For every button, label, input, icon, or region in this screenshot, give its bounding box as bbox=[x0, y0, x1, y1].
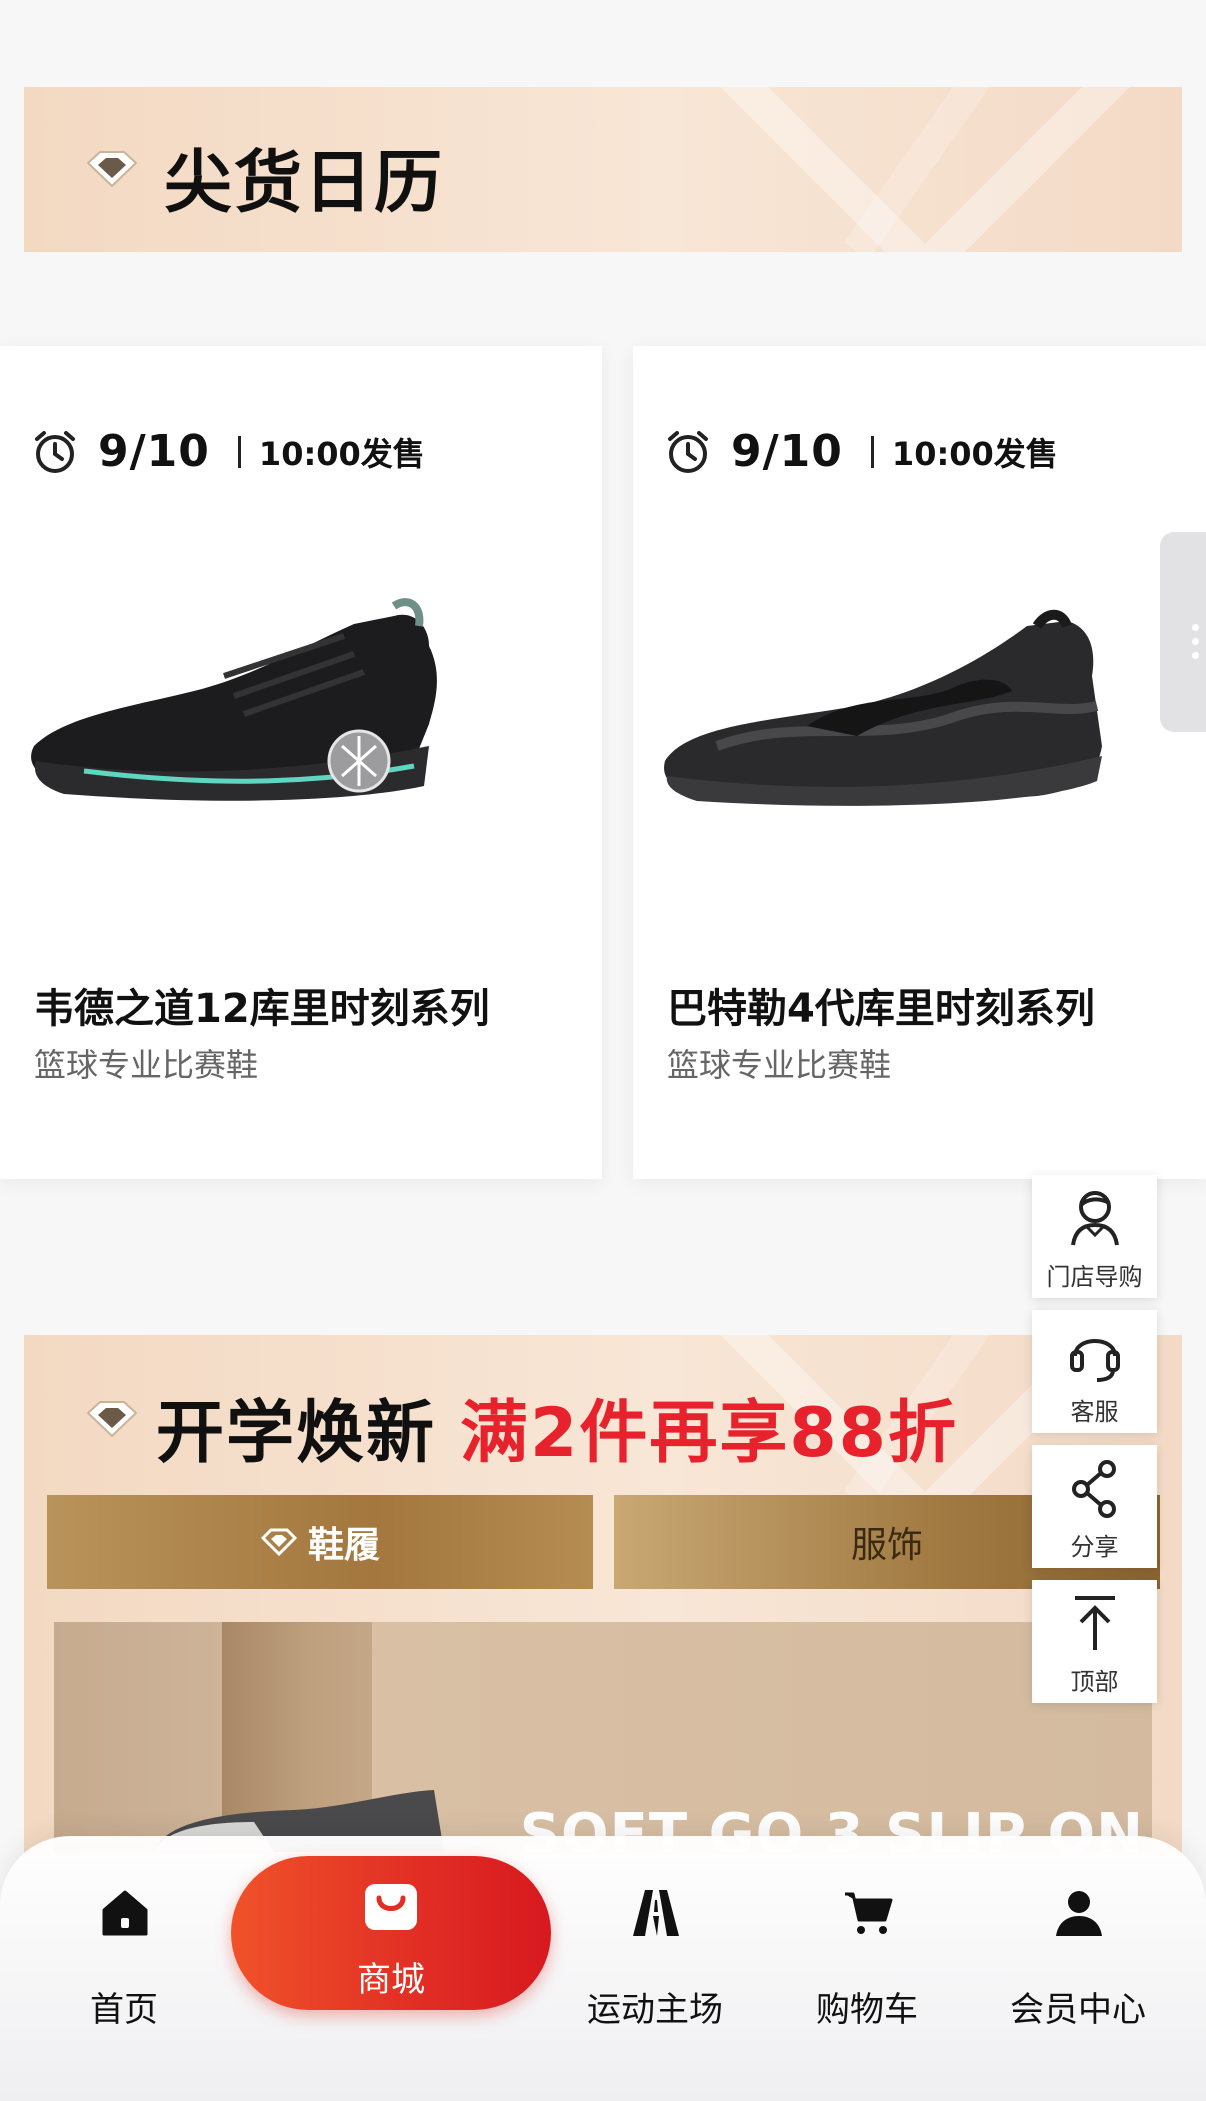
product-image bbox=[31, 598, 437, 801]
back-to-top-icon bbox=[1075, 1596, 1115, 1650]
diamond-icon bbox=[86, 151, 138, 188]
section-title-text: 开学焕新 bbox=[156, 1394, 437, 1473]
product-subtitle: 篮球专业比赛鞋 bbox=[667, 1046, 892, 1084]
tab-shoes[interactable]: 鞋履 bbox=[47, 1495, 593, 1589]
section-title: 尖货日历 bbox=[164, 144, 445, 223]
shop-guide-icon bbox=[1071, 1191, 1119, 1246]
tab-label: 鞋履 bbox=[307, 1525, 380, 1566]
release-time: 10:00发售 bbox=[258, 434, 425, 473]
nav-label: 商城 bbox=[357, 1960, 425, 2000]
float-label: 客服 bbox=[1070, 1398, 1119, 1426]
track-icon bbox=[633, 1890, 679, 1936]
store-guide-button[interactable]: 门店导购 bbox=[1032, 1175, 1157, 1298]
user-icon bbox=[1056, 1891, 1102, 1936]
nav-home[interactable]: 首页 bbox=[24, 1880, 224, 2030]
diamond-icon bbox=[86, 1401, 138, 1438]
nav-label: 会员中心 bbox=[1010, 1990, 1146, 2030]
home-icon bbox=[102, 1890, 148, 1936]
side-drawer-handle[interactable] bbox=[1160, 532, 1206, 732]
float-label: 分享 bbox=[1070, 1533, 1119, 1561]
product-subtitle: 篮球专业比赛鞋 bbox=[34, 1046, 259, 1084]
divider bbox=[237, 435, 241, 468]
nav-member[interactable]: 会员中心 bbox=[978, 1880, 1178, 2030]
promo-banner-image[interactable]: SOFT GO 3 SLIP ON bbox=[54, 1622, 1152, 1852]
diamond-icon bbox=[260, 1528, 298, 1556]
promo-text: 满2件再享88折 bbox=[460, 1394, 958, 1473]
nav-label: 购物车 bbox=[816, 1990, 918, 2030]
nav-label: 首页 bbox=[90, 1990, 158, 2030]
release-info: 9/10 10:00发售 bbox=[665, 426, 1058, 477]
alarm-clock-icon bbox=[35, 430, 75, 473]
back-to-top-button[interactable]: 顶部 bbox=[1032, 1580, 1157, 1703]
release-date: 9/10 bbox=[731, 426, 843, 477]
alarm-clock-icon bbox=[668, 430, 708, 473]
nav-sports[interactable]: 运动主场 bbox=[555, 1880, 755, 2030]
nav-cart[interactable]: 购物车 bbox=[767, 1880, 967, 2030]
product-image bbox=[664, 609, 1102, 806]
headset-icon bbox=[1070, 1339, 1120, 1382]
bottom-nav: 首页 商城 运动主场 购物车 会员中心 bbox=[0, 1836, 1206, 2101]
section-banner-calendar: 尖货日历 bbox=[24, 87, 1182, 252]
section-title: 开学焕新 满2件再享88折 bbox=[156, 1377, 958, 1476]
product-card[interactable]: 9/10 10:00发售 巴特勒4代库里时刻系列 篮球专业比赛鞋 bbox=[633, 346, 1206, 1179]
float-label: 门店导购 bbox=[1046, 1263, 1143, 1291]
product-card[interactable]: 9/10 10:00发售 韦德之道12库里时刻系列 篮球专业比赛鞋 bbox=[0, 346, 602, 1179]
share-button[interactable]: 分享 bbox=[1032, 1445, 1157, 1568]
product-name: 韦德之道12库里时刻系列 bbox=[34, 986, 490, 1032]
release-info: 9/10 10:00发售 bbox=[32, 426, 425, 477]
nav-mall[interactable]: 商城 bbox=[231, 1856, 551, 2010]
tab-label: 服饰 bbox=[850, 1525, 923, 1566]
more-dots-icon bbox=[1192, 624, 1200, 666]
product-name: 巴特勒4代库里时刻系列 bbox=[667, 986, 1095, 1032]
cart-icon bbox=[845, 1892, 893, 1934]
share-icon bbox=[1072, 1460, 1116, 1518]
divider bbox=[870, 435, 874, 468]
shopping-bag-icon bbox=[365, 1884, 417, 1930]
float-label: 顶部 bbox=[1070, 1668, 1119, 1696]
customer-service-button[interactable]: 客服 bbox=[1032, 1310, 1157, 1433]
release-date: 9/10 bbox=[98, 426, 210, 477]
release-time: 10:00发售 bbox=[891, 434, 1058, 473]
nav-label: 运动主场 bbox=[587, 1990, 723, 2030]
